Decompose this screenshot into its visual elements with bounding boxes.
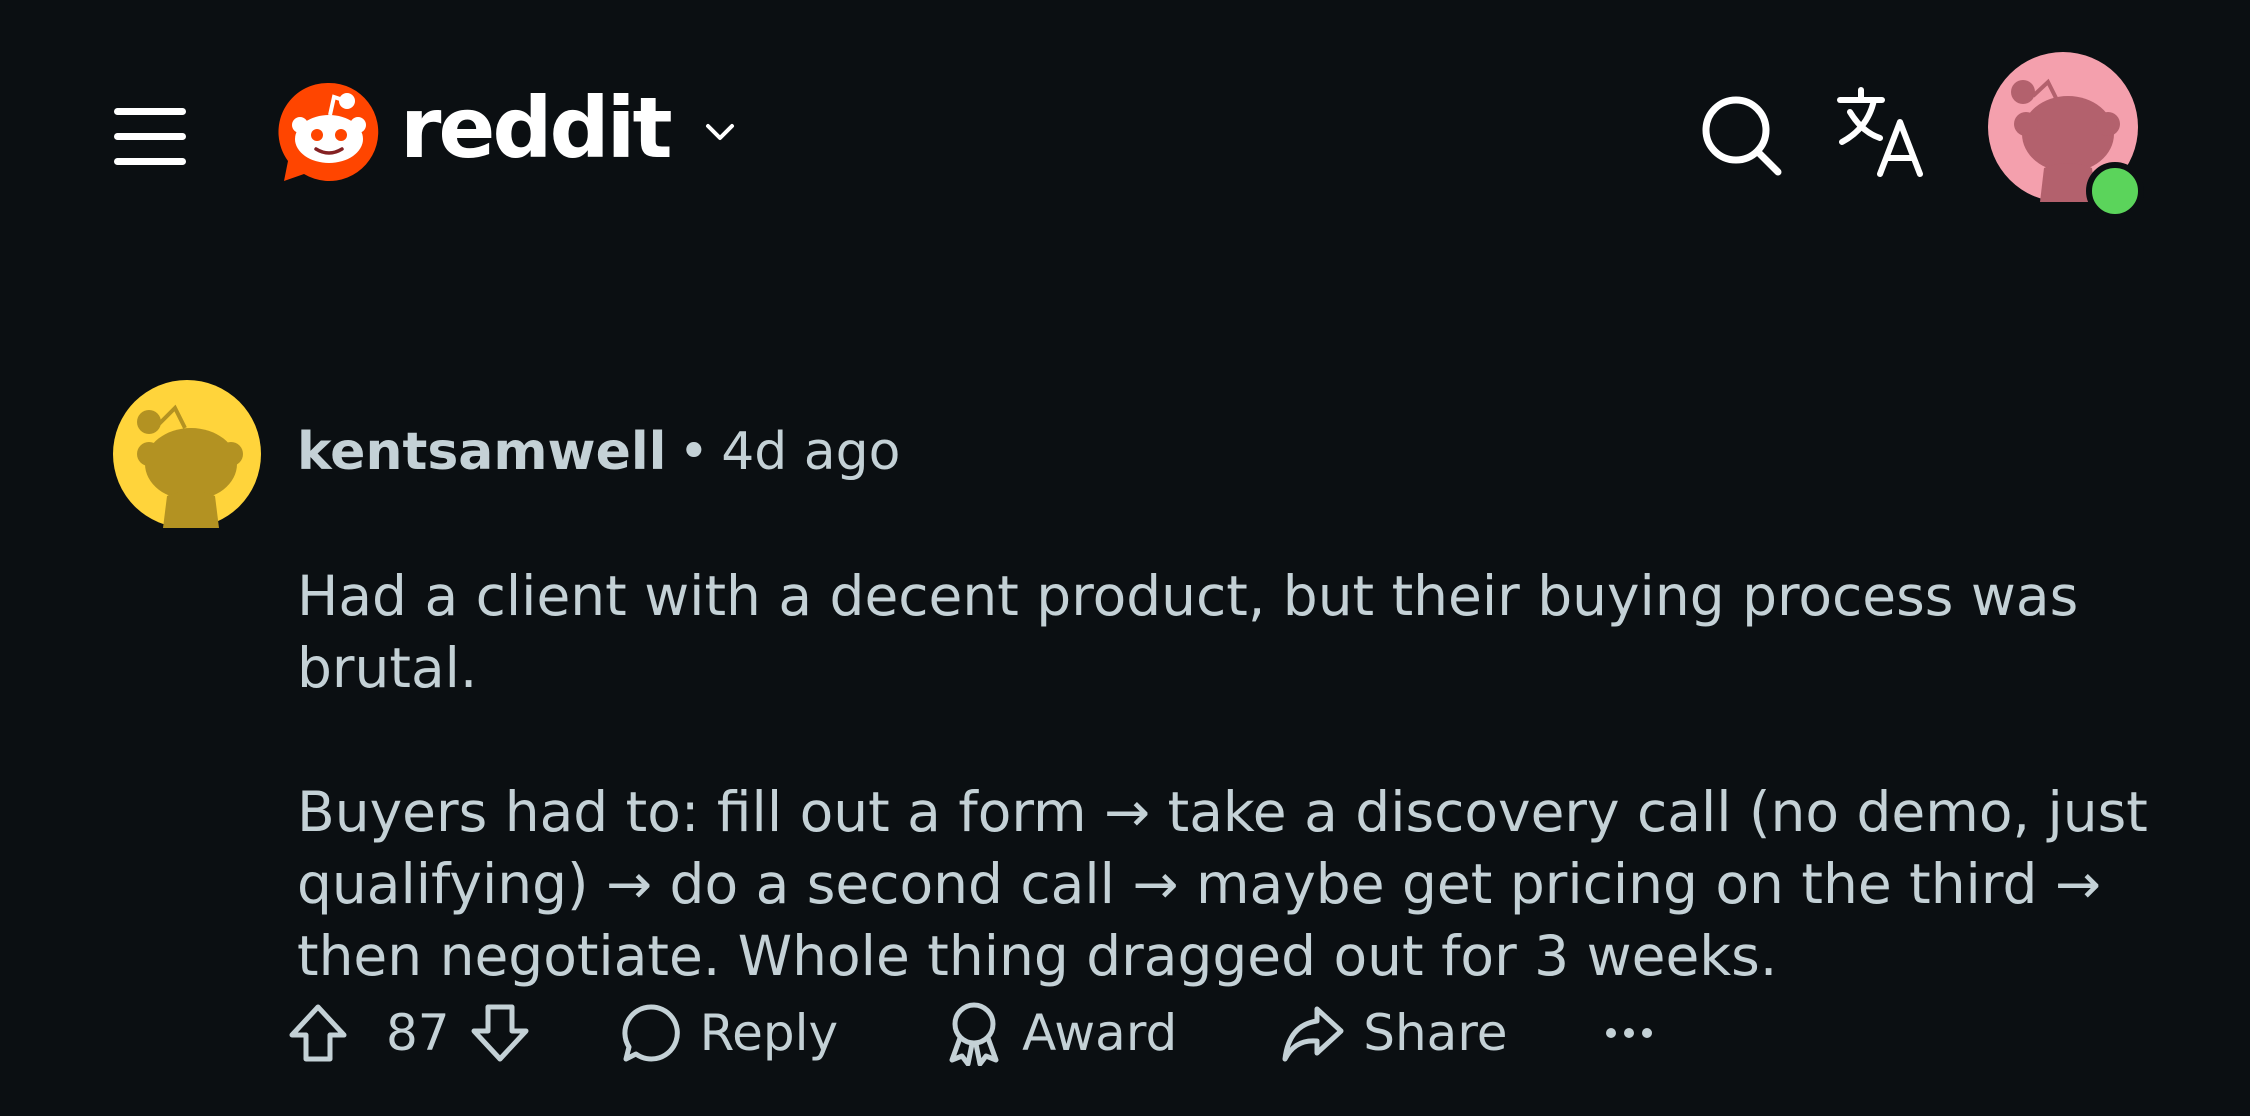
- search-icon[interactable]: [1698, 92, 1784, 178]
- comment-paragraph: Had a client with a decent product, but …: [297, 564, 2079, 700]
- reply-label: Reply: [699, 1004, 839, 1062]
- share-button[interactable]: Share: [1281, 1003, 1508, 1063]
- vote-count: 87: [386, 1004, 450, 1062]
- share-label: Share: [1363, 1004, 1508, 1062]
- award-button[interactable]: Award: [944, 1000, 1177, 1066]
- comment-paragraph: Buyers had to: fill out a form → take a …: [297, 780, 2148, 988]
- upvote-icon[interactable]: [288, 1003, 348, 1063]
- menu-icon[interactable]: [110, 104, 190, 168]
- translate-icon[interactable]: [1836, 86, 1928, 178]
- comment-body: Had a client with a decent product, but …: [297, 560, 2157, 992]
- reddit-logo[interactable]: reddit: [274, 76, 740, 188]
- reddit-wordmark: reddit: [400, 79, 673, 177]
- meta-separator: •: [678, 422, 710, 482]
- award-label: Award: [1022, 1004, 1178, 1062]
- comment-meta: kentsamwell • 4d ago: [297, 426, 901, 478]
- top-bar: reddit: [0, 0, 2250, 270]
- share-icon: [1282, 1006, 1344, 1062]
- author-avatar[interactable]: [113, 380, 261, 528]
- comment-timestamp: 4d ago: [721, 422, 901, 482]
- award-icon: [949, 1002, 999, 1066]
- comment-actions: 87 Reply Award Share: [288, 988, 1654, 1078]
- comment-bubble-icon: [622, 1004, 680, 1062]
- chevron-down-icon[interactable]: [700, 112, 740, 152]
- online-status-dot: [2086, 162, 2144, 220]
- reply-button[interactable]: Reply: [620, 1002, 838, 1064]
- more-options-icon[interactable]: [1604, 1023, 1654, 1043]
- reddit-snoo-icon: [278, 82, 379, 181]
- downvote-icon[interactable]: [470, 1003, 530, 1063]
- author-name[interactable]: kentsamwell: [297, 422, 667, 482]
